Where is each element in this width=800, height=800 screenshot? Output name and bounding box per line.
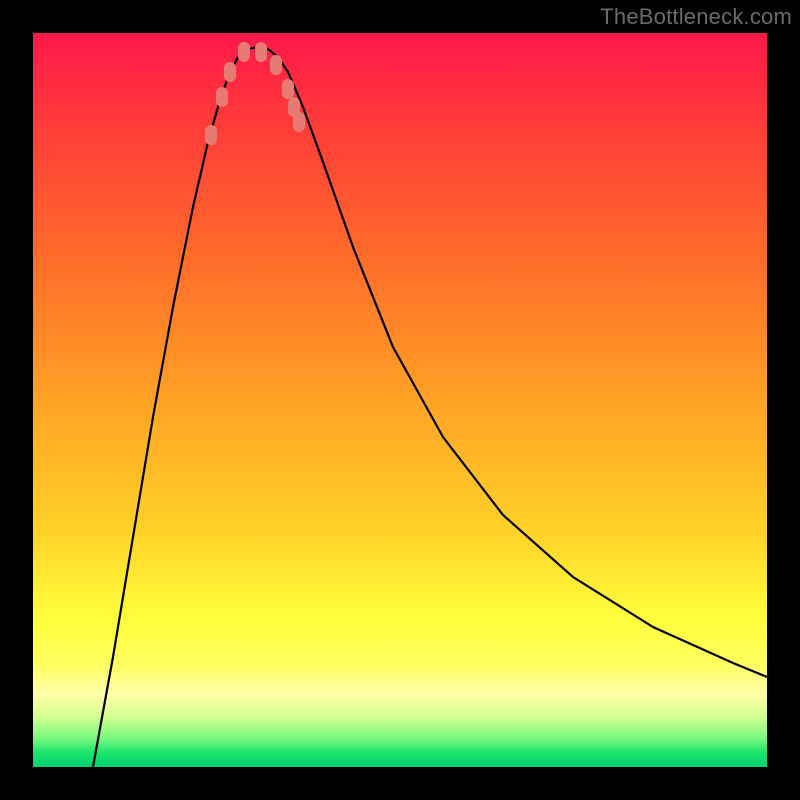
chart-svg	[33, 33, 767, 767]
curve-marker	[224, 62, 236, 82]
curve-marker	[270, 55, 282, 75]
curve-marker	[282, 79, 294, 99]
curve-marker	[255, 42, 267, 62]
watermark-text: TheBottleneck.com	[600, 4, 792, 30]
curve-markers	[205, 42, 305, 145]
curve-marker	[238, 42, 250, 62]
curve-marker	[293, 112, 305, 132]
chart-frame: TheBottleneck.com	[0, 0, 800, 800]
curve-marker	[216, 87, 228, 107]
bottleneck-curve	[93, 47, 767, 767]
chart-plot-area	[33, 33, 767, 767]
curve-marker	[205, 125, 217, 145]
